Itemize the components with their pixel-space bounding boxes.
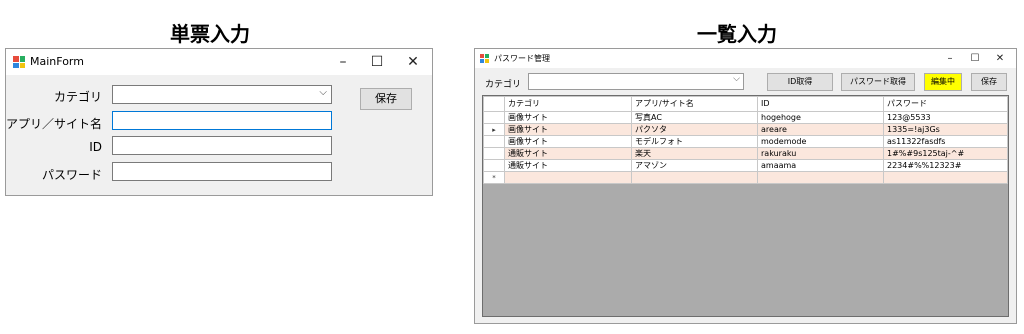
get-id-button[interactable]: ID取得 (767, 73, 833, 91)
new-row[interactable]: * (483, 171, 1008, 184)
save-button[interactable]: 保存 (360, 88, 412, 110)
current-row-indicator[interactable]: ▸ (483, 123, 505, 136)
cell-app-site[interactable]: パクソタ (631, 123, 758, 136)
minimize-icon[interactable]: – (326, 52, 360, 72)
category-label: カテゴリ (485, 80, 522, 90)
cell-category[interactable]: 通販サイト (504, 159, 632, 172)
row-header-corner (483, 96, 505, 112)
cell-category[interactable]: 通販サイト (504, 147, 632, 160)
cell-password[interactable]: 1335=!aj3Gs (883, 123, 1008, 136)
cell-id[interactable]: rakuraku (757, 147, 884, 160)
column-header-category[interactable]: カテゴリ (504, 96, 632, 112)
cell-app-site[interactable]: 写真AC (631, 111, 758, 124)
id-label: ID (89, 140, 102, 154)
cell-app-site[interactable] (631, 171, 758, 184)
app-icon (480, 54, 489, 63)
category-label: カテゴリ (53, 90, 102, 104)
column-header-id[interactable]: ID (757, 96, 884, 112)
close-icon[interactable]: ✕ (396, 52, 430, 72)
cell-app-site[interactable]: モデルフォト (631, 135, 758, 148)
single-entry-heading: 単票入力 (170, 22, 250, 46)
save-button[interactable]: 保存 (971, 73, 1007, 91)
app-site-name-field[interactable] (112, 111, 332, 130)
table-row[interactable]: 画像サイト モデルフォト modemode as11322fasdfs (483, 135, 1008, 148)
row-header[interactable] (483, 135, 505, 148)
get-password-button[interactable]: パスワード取得 (841, 73, 915, 91)
category-select[interactable]: ⌵ (112, 85, 332, 104)
id-field[interactable] (112, 136, 332, 155)
header-row: カテゴリ アプリ/サイト名 ID パスワード (483, 96, 1008, 112)
cell-id[interactable] (757, 171, 884, 184)
maximize-icon[interactable]: ☐ (963, 51, 987, 67)
row-header[interactable] (483, 159, 505, 172)
category-select[interactable]: ⌵ (528, 73, 744, 90)
cell-category[interactable]: 画像サイト (504, 123, 632, 136)
cell-id[interactable]: amaama (757, 159, 884, 172)
cell-category[interactable]: 画像サイト (504, 135, 632, 148)
cell-id[interactable]: areare (757, 123, 884, 136)
table-row[interactable]: 画像サイト 写真AC hogehoge 123@5533 (483, 111, 1008, 124)
row-header[interactable] (483, 147, 505, 160)
cell-id[interactable]: hogehoge (757, 111, 884, 124)
column-header-password[interactable]: パスワード (883, 96, 1008, 112)
password-field[interactable] (112, 162, 332, 181)
password-table: カテゴリ アプリ/サイト名 ID パスワード 画像サイト 写真AC hogeho… (483, 96, 1008, 184)
cell-app-site[interactable]: 楽天 (631, 147, 758, 160)
maximize-icon[interactable]: ☐ (360, 52, 394, 72)
chevron-down-icon: ⌵ (319, 87, 327, 98)
cell-password[interactable]: 1#%#9s125taj-^# (883, 147, 1008, 160)
close-icon[interactable]: ✕ (988, 51, 1012, 67)
cell-password[interactable]: as11322fasdfs (883, 135, 1008, 148)
password-data-grid[interactable]: カテゴリ アプリ/サイト名 ID パスワード 画像サイト 写真AC hogeho… (482, 95, 1009, 317)
chevron-down-icon: ⌵ (733, 74, 740, 84)
main-form-window: MainForm – ☐ ✕ カテゴリ ⌵ アプリ／サイト名 ID パスワード … (5, 48, 433, 196)
app-icon (13, 56, 25, 68)
cell-password[interactable] (883, 171, 1008, 184)
window-title: パスワード管理 (494, 54, 550, 63)
new-row-indicator[interactable]: * (483, 171, 505, 184)
cell-id[interactable]: modemode (757, 135, 884, 148)
list-entry-heading: 一覧入力 (697, 22, 777, 46)
title-bar[interactable]: MainForm – ☐ ✕ (6, 49, 432, 75)
table-row[interactable]: ▸ 画像サイト パクソタ areare 1335=!aj3Gs (483, 123, 1008, 136)
editing-button[interactable]: 編集中 (924, 73, 962, 91)
cell-category[interactable]: 画像サイト (504, 111, 632, 124)
cell-password[interactable]: 123@5533 (883, 111, 1008, 124)
password-label: パスワード (41, 168, 102, 182)
window-title: MainForm (30, 55, 84, 68)
column-header-app-site[interactable]: アプリ/サイト名 (631, 96, 758, 112)
table-row[interactable]: 通販サイト アマゾン amaama 2234#%%12323# (483, 159, 1008, 172)
cell-app-site[interactable]: アマゾン (631, 159, 758, 172)
app-site-name-label: アプリ／サイト名 (5, 117, 102, 131)
password-manager-window: パスワード管理 – ☐ ✕ カテゴリ ⌵ ID取得 パスワード取得 編集中 保存… (474, 48, 1017, 324)
title-bar[interactable]: パスワード管理 – ☐ ✕ (475, 49, 1016, 68)
cell-category[interactable] (504, 171, 632, 184)
table-row[interactable]: 通販サイト 楽天 rakuraku 1#%#9s125taj-^# (483, 147, 1008, 160)
minimize-icon[interactable]: – (938, 51, 962, 67)
cell-password[interactable]: 2234#%%12323# (883, 159, 1008, 172)
row-header[interactable] (483, 111, 505, 124)
